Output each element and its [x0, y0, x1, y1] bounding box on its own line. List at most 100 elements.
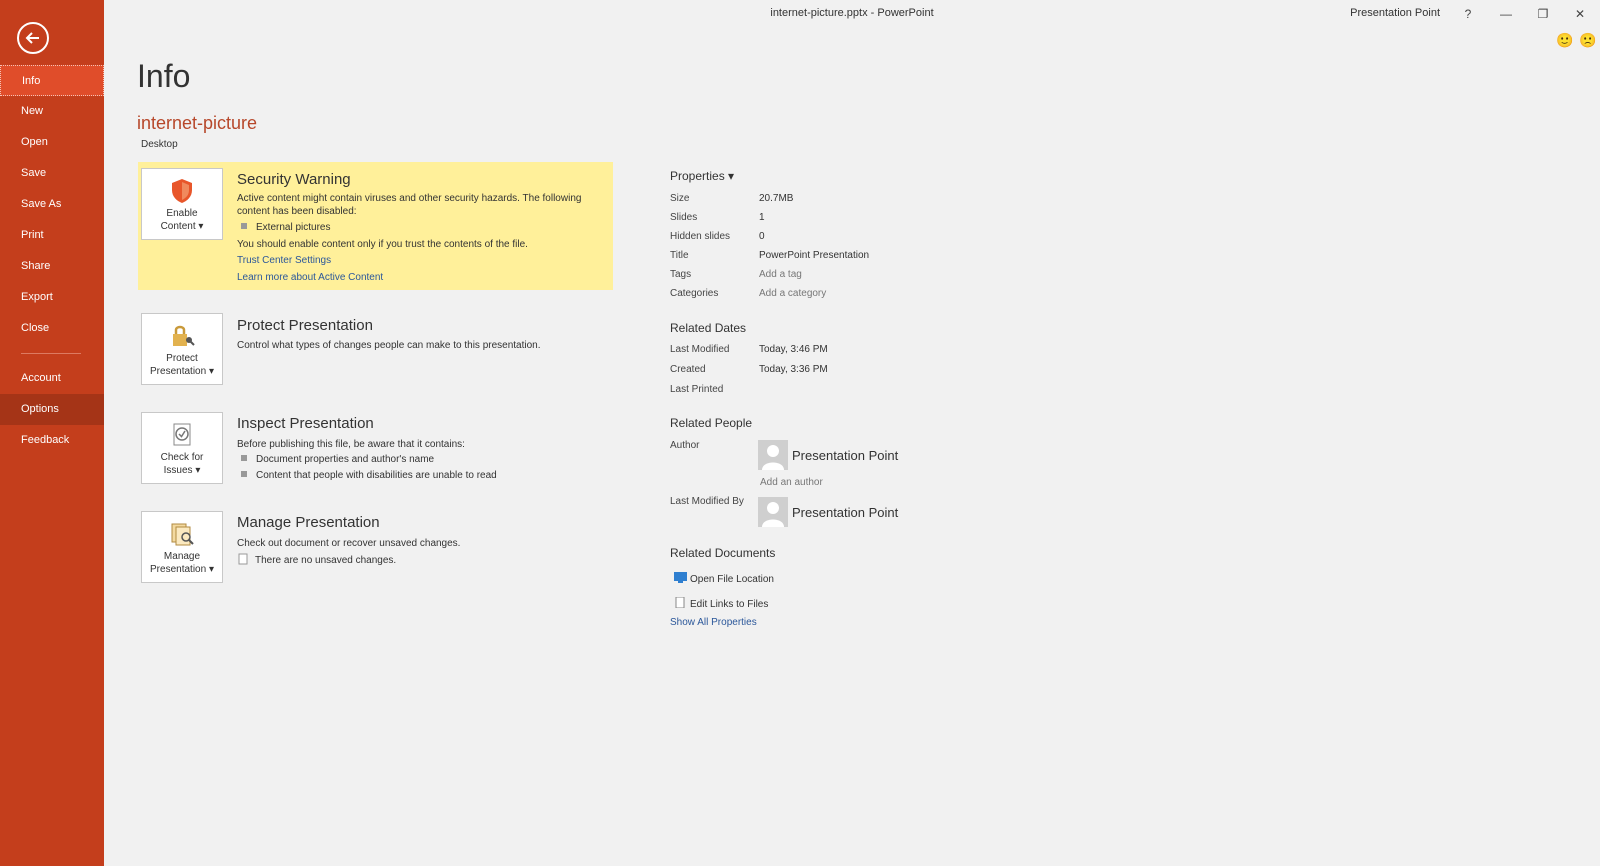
- smile-feedback-icon[interactable]: 🙂: [1556, 32, 1573, 48]
- add-author-field[interactable]: Add an author: [760, 477, 823, 488]
- manage-section: Manage Presentation ▾ Manage Presentatio…: [138, 511, 613, 591]
- section-description: Control what types of changes people can…: [237, 340, 541, 351]
- manage-presentation-button[interactable]: Manage Presentation ▾: [141, 511, 223, 583]
- section-title: Protect Presentation: [237, 317, 373, 334]
- learn-more-link[interactable]: Learn more about Active Content: [237, 272, 383, 283]
- section-description: Check out document or recover unsaved ch…: [237, 538, 461, 549]
- shield-icon: [172, 179, 192, 203]
- prop-hidden-slides-value: 0: [759, 231, 765, 242]
- open-file-location-link[interactable]: Open File Location: [674, 572, 774, 585]
- tile-label: Presentation ▾: [150, 564, 214, 575]
- protect-presentation-button[interactable]: Protect Presentation ▾: [141, 313, 223, 385]
- help-button[interactable]: ?: [1456, 4, 1480, 24]
- frown-feedback-icon[interactable]: 🙁: [1579, 32, 1596, 48]
- security-warning-section: Enable Content ▾ Security Warning Active…: [138, 162, 613, 290]
- folder-monitor-icon: [674, 572, 687, 583]
- show-all-properties-link[interactable]: Show All Properties: [670, 617, 757, 628]
- nav-options[interactable]: Options: [0, 394, 104, 425]
- nav-save-as[interactable]: Save As: [0, 189, 104, 220]
- inspect-section: Check for Issues ▾ Inspect Presentation …: [138, 412, 613, 492]
- trust-center-link[interactable]: Trust Center Settings: [237, 255, 331, 266]
- title-bar: internet-picture.pptx - PowerPoint Prese…: [104, 0, 1600, 28]
- backstage-nav: Info New Open Save Save As Print Share E…: [0, 65, 104, 456]
- modified-by-avatar: [758, 497, 788, 527]
- section-title: Security Warning: [237, 171, 351, 188]
- protect-section: Protect Presentation ▾ Protect Presentat…: [138, 313, 613, 393]
- page-title: Info: [137, 58, 191, 94]
- prop-slides-value: 1: [759, 212, 765, 223]
- document-link-icon: [675, 597, 685, 608]
- back-button[interactable]: [17, 22, 49, 54]
- prop-title-field[interactable]: PowerPoint Presentation: [759, 250, 869, 261]
- tile-label: Protect: [166, 353, 198, 364]
- prop-categories-field[interactable]: Add a category: [759, 288, 826, 299]
- nav-print[interactable]: Print: [0, 220, 104, 251]
- tile-label: Enable: [166, 208, 198, 219]
- created-value: Today, 3:36 PM: [759, 364, 828, 375]
- related-dates-header: Related Dates: [670, 321, 747, 335]
- tile-label: Issues ▾: [163, 465, 201, 476]
- nav-divider: [21, 353, 81, 354]
- restore-button[interactable]: ❐: [1531, 4, 1555, 24]
- prop-tags-field[interactable]: Add a tag: [759, 269, 802, 280]
- nav-open[interactable]: Open: [0, 127, 104, 158]
- nav-close[interactable]: Close: [0, 313, 104, 344]
- nav-export[interactable]: Export: [0, 282, 104, 313]
- author-avatar: [758, 440, 788, 470]
- tile-label: Content ▾: [160, 221, 204, 232]
- tile-label: Manage: [163, 551, 201, 562]
- prop-label: Title: [670, 250, 689, 261]
- nav-new[interactable]: New: [0, 96, 104, 127]
- section-description: Active content might contain viruses and…: [237, 193, 582, 217]
- lock-key-icon: [173, 325, 195, 346]
- manage-versions-icon: [171, 523, 194, 546]
- unsaved-changes-note: There are no unsaved changes.: [237, 553, 607, 567]
- author-name[interactable]: Presentation Point: [792, 448, 898, 463]
- prop-label: Author: [670, 440, 700, 451]
- minimize-button[interactable]: —: [1494, 4, 1518, 24]
- prop-label: Slides: [670, 212, 698, 223]
- tile-label: Presentation ▾: [150, 366, 214, 377]
- edit-links-link[interactable]: Edit Links to Files: [674, 597, 768, 610]
- prop-label: Tags: [670, 269, 692, 280]
- unsaved-changes-text: There are no unsaved changes.: [255, 555, 397, 566]
- disabled-content-item: External pictures: [241, 222, 330, 233]
- file-location: Desktop: [141, 139, 178, 150]
- close-window-button[interactable]: ✕: [1568, 4, 1592, 24]
- backstage-sidebar: Info New Open Save Save As Print Share E…: [0, 0, 104, 866]
- related-documents-header: Related Documents: [670, 546, 776, 560]
- section-title: Inspect Presentation: [237, 415, 374, 432]
- tile-label: Check for: [160, 452, 204, 463]
- inspect-item: Document properties and author's name: [241, 454, 434, 465]
- nav-save[interactable]: Save: [0, 158, 104, 189]
- section-description: Before publishing this file, be aware th…: [237, 439, 465, 450]
- nav-info[interactable]: Info: [0, 65, 104, 96]
- check-for-issues-button[interactable]: Check for Issues ▾: [141, 412, 223, 484]
- section-title: Manage Presentation: [237, 514, 380, 531]
- nav-feedback[interactable]: Feedback: [0, 425, 104, 456]
- enable-content-button[interactable]: Enable Content ▾: [141, 168, 223, 240]
- prop-label: Last Modified By: [670, 496, 744, 507]
- nav-account[interactable]: Account: [0, 363, 104, 394]
- prop-label: Size: [670, 193, 690, 204]
- properties-dropdown[interactable]: Properties ▾: [670, 169, 734, 183]
- inspect-item: Content that people with disabilities ar…: [241, 470, 497, 481]
- modified-by-name[interactable]: Presentation Point: [792, 505, 898, 520]
- document-icon: [238, 553, 248, 565]
- person-icon: [762, 502, 784, 527]
- person-icon: [762, 445, 784, 470]
- warning-note: You should enable content only if you tr…: [237, 239, 528, 250]
- prop-size-value: 20.7MB: [759, 193, 794, 204]
- link-text: Open File Location: [690, 574, 774, 585]
- last-modified-value: Today, 3:46 PM: [759, 344, 828, 355]
- prop-label: Categories: [670, 288, 719, 299]
- file-name: internet-picture: [137, 113, 258, 133]
- signed-in-user[interactable]: Presentation Point: [1350, 7, 1440, 19]
- prop-label: Last Modified: [670, 344, 730, 355]
- related-people-header: Related People: [670, 416, 753, 430]
- link-text: Edit Links to Files: [690, 599, 769, 610]
- arrow-left-icon: [25, 32, 39, 44]
- inspect-document-icon: [173, 423, 191, 446]
- prop-label: Hidden slides: [670, 231, 731, 242]
- nav-share[interactable]: Share: [0, 251, 104, 282]
